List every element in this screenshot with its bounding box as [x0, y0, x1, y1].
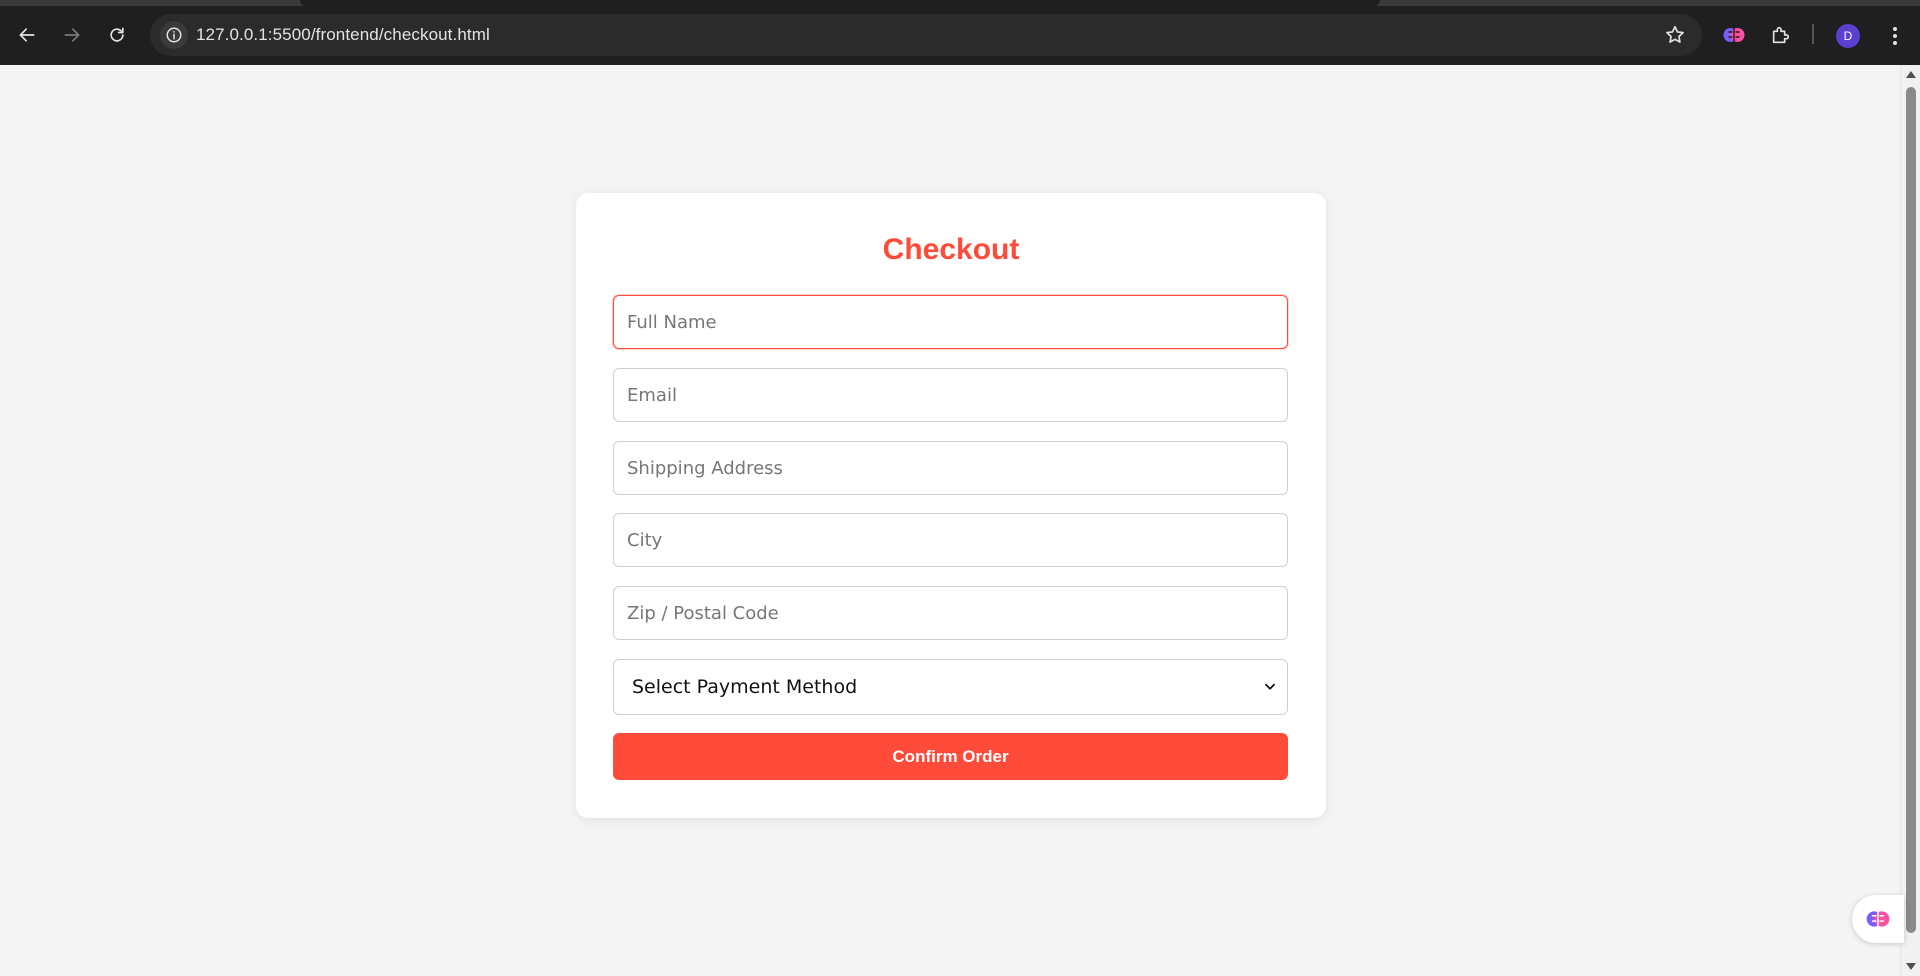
- floating-extension-widget[interactable]: [1852, 895, 1904, 943]
- browser-toolbar: 127.0.0.1:5500/frontend/checkout.html D: [0, 0, 1920, 65]
- scroll-down-icon[interactable]: [1906, 963, 1916, 970]
- scroll-up-icon[interactable]: [1906, 71, 1916, 78]
- brain-extension-icon: [1723, 27, 1745, 43]
- zip-input[interactable]: [613, 586, 1288, 640]
- reload-icon: [110, 27, 124, 42]
- checkout-card: Checkout Select Payment Method Confirm O…: [576, 193, 1326, 818]
- chevron-down-icon: [1265, 683, 1275, 690]
- payment-method-value: Select Payment Method: [632, 676, 858, 698]
- full-name-input[interactable]: [613, 295, 1288, 349]
- star-icon[interactable]: [1664, 24, 1686, 46]
- page-scrollbar[interactable]: [1900, 65, 1920, 976]
- payment-method-select[interactable]: Select Payment Method: [613, 659, 1288, 715]
- arrow-right-icon: [64, 28, 80, 42]
- profile-avatar[interactable]: D: [1836, 24, 1860, 48]
- brain-extension-button[interactable]: [1716, 17, 1752, 53]
- site-info-button[interactable]: [160, 21, 188, 49]
- city-input[interactable]: [613, 513, 1288, 567]
- site-info-icon: [166, 27, 182, 43]
- back-button[interactable]: [9, 17, 45, 53]
- page-title: Checkout: [882, 233, 1020, 266]
- reload-button[interactable]: [99, 17, 135, 53]
- url-text[interactable]: 127.0.0.1:5500/frontend/checkout.html: [196, 25, 490, 45]
- forward-button[interactable]: [54, 17, 90, 53]
- email-input[interactable]: [613, 368, 1288, 422]
- shipping-address-input[interactable]: [613, 441, 1288, 495]
- toolbar-divider: [1812, 24, 1814, 44]
- extensions-button[interactable]: [1763, 17, 1799, 53]
- scrollbar-thumb[interactable]: [1906, 87, 1916, 933]
- brain-extension-icon: [1866, 910, 1890, 928]
- puzzle-icon: [1772, 26, 1790, 44]
- arrow-left-icon: [19, 28, 35, 42]
- tab-strip: [0, 0, 1920, 6]
- page-viewport: Checkout Select Payment Method Confirm O…: [0, 65, 1900, 976]
- more-vert-icon[interactable]: [1880, 22, 1910, 50]
- address-bar[interactable]: 127.0.0.1:5500/frontend/checkout.html: [150, 14, 1702, 56]
- confirm-order-button[interactable]: Confirm Order: [613, 733, 1288, 780]
